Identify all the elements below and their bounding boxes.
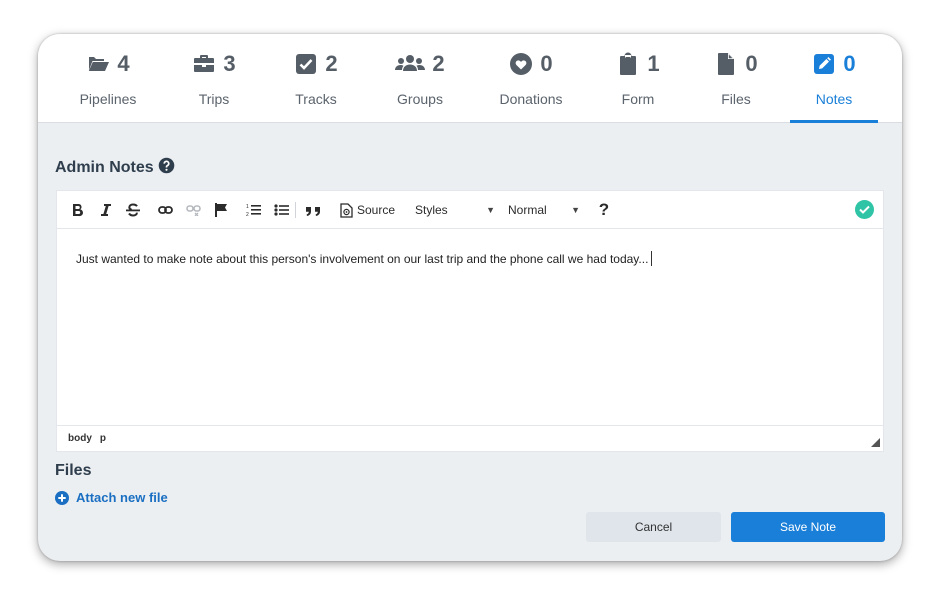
tab-label: Pipelines [79, 91, 137, 107]
format-dropdown-label: Normal [508, 203, 547, 217]
tab-bar: 4 Pipelines 3 Trips 2 Tracks 2 Groups 0 … [38, 34, 902, 123]
tab-label: Groups [397, 91, 443, 107]
tab-files[interactable]: 0 Files [684, 34, 788, 123]
question-circle-icon[interactable] [158, 157, 175, 174]
tab-label: Files [721, 91, 751, 107]
unlink-icon [185, 199, 201, 221]
check-circle-icon [855, 200, 874, 219]
tab-groups[interactable]: 2 Groups [368, 34, 472, 123]
styles-dropdown-label: Styles [415, 203, 448, 217]
heart-circle-icon [509, 52, 533, 76]
toolbar-divider [295, 202, 296, 218]
files-heading: Files [55, 462, 92, 479]
folder-open-icon [86, 52, 110, 76]
styles-dropdown[interactable]: Styles ▼ [415, 199, 495, 221]
tab-count: 0 [843, 51, 856, 76]
tab-label: Form [621, 91, 655, 107]
cancel-button[interactable]: Cancel [586, 512, 721, 542]
text-cursor [651, 251, 653, 266]
tab-count: 4 [117, 51, 130, 76]
caret-down-icon: ▼ [571, 205, 580, 215]
attach-file-link[interactable]: Attach new file [55, 490, 168, 505]
tab-count: 2 [432, 51, 445, 76]
caret-down-icon: ▼ [486, 205, 495, 215]
svg-text:2: 2 [246, 212, 249, 217]
numbered-list-icon[interactable]: 12 [245, 199, 261, 221]
note-text: Just wanted to make note about this pers… [76, 252, 649, 266]
resize-handle[interactable] [871, 438, 880, 447]
edit-square-icon [812, 52, 836, 76]
tab-tracks[interactable]: 2 Tracks [264, 34, 368, 123]
clipboard-icon [616, 52, 640, 76]
italic-icon[interactable] [99, 199, 113, 221]
users-icon [395, 52, 426, 76]
tab-label: Tracks [295, 91, 337, 107]
editor-statusbar: body p [57, 425, 883, 451]
tab-trips[interactable]: 3 Trips [162, 34, 266, 123]
editor-help-button[interactable]: ? [597, 199, 611, 221]
tab-count: 1 [647, 51, 660, 76]
tab-count: 2 [325, 51, 338, 76]
tab-form[interactable]: 1 Form [586, 34, 690, 123]
save-note-button[interactable]: Save Note [731, 512, 885, 542]
admin-notes-title: Admin Notes [55, 159, 154, 176]
strikethrough-icon[interactable] [125, 199, 141, 221]
tab-pipelines[interactable]: 4 Pipelines [56, 34, 160, 123]
briefcase-icon [192, 52, 216, 76]
tab-donations[interactable]: 0 Donations [474, 34, 588, 123]
bold-icon[interactable] [71, 199, 85, 221]
check-square-icon [294, 52, 318, 76]
link-icon[interactable] [157, 199, 173, 221]
active-tab-indicator [790, 120, 878, 123]
tab-count: 0 [540, 51, 553, 76]
format-dropdown[interactable]: Normal ▼ [508, 199, 580, 221]
blockquote-icon[interactable] [304, 199, 322, 221]
tab-label: Donations [499, 91, 563, 107]
editor-toolbar: 12 Source Styles ▼ Normal ▼ ? [57, 191, 883, 229]
admin-notes-heading: Admin Notes [55, 157, 175, 177]
path-item-body[interactable]: body [68, 433, 92, 444]
editor-content-area[interactable]: Just wanted to make note about this pers… [57, 229, 883, 425]
source-icon[interactable] [339, 199, 353, 221]
tab-count: 3 [223, 51, 236, 76]
tab-label: Notes [815, 91, 853, 107]
plus-circle-icon [55, 490, 69, 505]
svg-text:1: 1 [246, 204, 249, 210]
tab-label: Trips [198, 91, 230, 107]
tab-notes[interactable]: 0 Notes [782, 34, 886, 123]
attach-file-label: Attach new file [76, 490, 168, 505]
path-item-p[interactable]: p [100, 433, 106, 444]
source-button[interactable]: Source [357, 199, 399, 221]
rich-text-editor: 12 Source Styles ▼ Normal ▼ ? Just wante… [56, 190, 884, 452]
notes-panel: 4 Pipelines 3 Trips 2 Tracks 2 Groups 0 … [38, 34, 902, 561]
bullet-list-icon[interactable] [273, 199, 289, 221]
element-path: body p [68, 433, 114, 444]
flag-icon[interactable] [214, 199, 228, 221]
file-icon [714, 52, 738, 76]
tab-count: 0 [745, 51, 758, 76]
